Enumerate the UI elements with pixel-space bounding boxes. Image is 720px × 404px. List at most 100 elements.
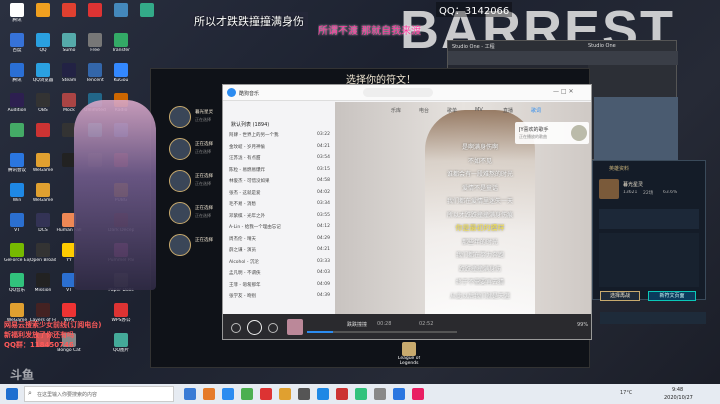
desktop-icon[interactable]: WPS办公 — [108, 302, 134, 332]
taskbar-app-icon[interactable] — [260, 388, 272, 400]
taskbar-app-icon[interactable] — [336, 388, 348, 400]
lol-team-slot[interactable]: 正在选择 正在选择 — [155, 136, 223, 166]
playlist-row[interactable]: 林俊杰 - 可惜没如果 04:58 — [229, 177, 333, 185]
desktop-icon[interactable]: QQ音乐 — [4, 272, 30, 302]
playlist-row[interactable]: A-Lin - 给我一个理由忘记 04:12 — [229, 223, 333, 231]
song-title: 张学友 - 吻别 — [229, 294, 256, 299]
desktop-icon[interactable]: Audition — [4, 92, 30, 122]
music-tab[interactable]: MV — [475, 107, 483, 113]
playlist-row[interactable]: 孟凡明 - 不谓侠 04:03 — [229, 269, 333, 277]
album-thumb[interactable] — [287, 319, 303, 335]
playlist-row[interactable]: 王菲 - 匆匆那年 04:09 — [229, 281, 333, 289]
rune-slots[interactable] — [599, 209, 699, 229]
desktop-icon[interactable] — [82, 2, 108, 32]
desktop-icon[interactable]: Tencent — [82, 62, 108, 92]
desktop-icon[interactable] — [56, 2, 82, 32]
lol-team-slot[interactable]: 正在选择 正在选择 — [155, 200, 223, 230]
playlist-row[interactable]: 邓紫棋 - 光年之外 03:55 — [229, 212, 333, 220]
taskbar-app-icon[interactable] — [298, 388, 310, 400]
taskbar-app-icon[interactable] — [241, 388, 253, 400]
desktop-icon[interactable]: Mission — [30, 272, 56, 302]
desktop-icon[interactable]: QQ浏览器 — [30, 62, 56, 92]
playlist-row[interactable]: 金玟岐 - 岁月神偷 04:21 — [229, 143, 333, 151]
daw-toolbar[interactable] — [448, 51, 678, 65]
taskbar-app-icon[interactable] — [393, 388, 405, 400]
playlist-row[interactable]: 毛不易 - 消愁 03:34 — [229, 200, 333, 208]
music-tabs[interactable] — [373, 107, 573, 115]
song-title: 汪苏泷 - 有点甜 — [229, 156, 261, 161]
desktop-icon[interactable]: VT — [4, 212, 30, 242]
desktop-icon[interactable]: WeGame — [30, 152, 56, 182]
new-rune-page-button[interactable]: 新符文页面 — [648, 291, 696, 301]
desktop-icon[interactable] — [30, 2, 56, 32]
desktop-icon[interactable]: Win — [4, 182, 30, 212]
app-icon — [10, 153, 24, 167]
profile-stat-3: 63.6% — [663, 190, 678, 195]
playlist-row[interactable]: Alcohol - 沉沦 03:33 — [229, 258, 333, 266]
playlist-row[interactable]: 陈粒 - 易燃易爆炸 03:15 — [229, 166, 333, 174]
music-player-window[interactable]: 酷狗音乐 — □ ✕ 默认列表 (1894) JY喜欢的歌手 正在播放的歌曲 是… — [222, 84, 592, 340]
playlist-row[interactable]: 张杰 - 这就是爱 04:02 — [229, 189, 333, 197]
taskbar-app-icon[interactable] — [279, 388, 291, 400]
desktop-icon[interactable]: Sumo — [56, 32, 82, 62]
taskbar-app-icon[interactable] — [374, 388, 386, 400]
start-button[interactable] — [6, 388, 18, 400]
desktop-icon[interactable] — [30, 122, 56, 152]
lol-team-slot[interactable]: 暮光星灵 正在选择 — [155, 104, 223, 134]
music-tab[interactable]: 直播 — [503, 107, 513, 114]
app-icon — [10, 213, 24, 227]
prev-button[interactable] — [231, 323, 241, 333]
desktop-icon[interactable]: QQ — [30, 32, 56, 62]
taskbar-app-icon[interactable] — [184, 388, 196, 400]
music-tab[interactable]: 歌词 — [531, 107, 541, 114]
singer-card[interactable]: JY喜欢的歌手 正在播放的歌曲 — [515, 122, 589, 144]
lol-team-slot[interactable]: 正在选择 正在选择 — [155, 168, 223, 198]
player-controls-icons[interactable] — [463, 322, 563, 332]
desktop-icon[interactable]: Transfer — [108, 32, 134, 62]
lol-bottom-bar[interactable] — [600, 312, 706, 324]
desktop-icon[interactable]: WeGame — [30, 182, 56, 212]
progress-track[interactable] — [307, 331, 457, 333]
confirm-button[interactable]: 选择再战 — [600, 291, 640, 301]
desktop-icon[interactable]: Steam — [56, 62, 82, 92]
playlist-row[interactable]: 薛之谦 - 演员 04:21 — [229, 246, 333, 254]
music-search-input[interactable] — [363, 88, 433, 97]
playlist-row[interactable]: 张学友 - 吻别 04:39 — [229, 292, 333, 300]
desktop-icon-label: Steam — [61, 78, 77, 83]
taskbar-app-icon[interactable] — [317, 388, 329, 400]
desktop-icon[interactable]: 百度 — [4, 32, 30, 62]
desktop-icon[interactable]: 腾讯 — [4, 2, 30, 32]
desktop-icon[interactable]: 腾讯会议 — [4, 152, 30, 182]
window-controls[interactable]: — □ ✕ — [553, 88, 574, 95]
playlist-row[interactable]: 汪苏泷 - 有点甜 03:54 — [229, 154, 333, 162]
desktop-icon[interactable]: Open Broadcast — [30, 242, 56, 272]
lol-team-slot[interactable]: 正在选择 — [155, 232, 223, 262]
taskbar-search-input[interactable]: ⌕ 在这里输入你要搜索的内容 — [24, 386, 174, 402]
taskbar-app-icon[interactable] — [203, 388, 215, 400]
desktop-icon[interactable]: OBS — [30, 92, 56, 122]
taskbar-app-icon[interactable] — [412, 388, 424, 400]
play-pause-button[interactable] — [247, 320, 262, 335]
taskbar-app-icon[interactable] — [222, 388, 234, 400]
desktop-icon-label: QQ — [39, 48, 47, 53]
desktop-icon[interactable]: DCS — [30, 212, 56, 242]
desktop-icon[interactable]: 腾讯 — [4, 62, 30, 92]
playlist-row[interactable]: 阿肆 - 世界上的另一个我 03:22 — [229, 131, 333, 139]
playlist-row[interactable]: 周杰伦 - 晴天 04:29 — [229, 235, 333, 243]
desktop-icon[interactable]: QQ图片 — [108, 332, 134, 362]
daw-panel[interactable] — [594, 97, 678, 161]
desktop-icon[interactable]: GeForce Experience — [4, 242, 30, 272]
music-tab[interactable]: 歌单 — [447, 107, 457, 114]
music-tab[interactable]: 乐库 — [391, 107, 401, 114]
music-sidebar-icons[interactable] — [229, 105, 333, 115]
desktop-icon[interactable] — [4, 122, 30, 152]
taskbar-app-icon[interactable] — [355, 388, 367, 400]
desktop-icon[interactable]: Free — [82, 32, 108, 62]
desktop-icon[interactable]: KuGou — [108, 62, 134, 92]
music-tab[interactable]: 电台 — [419, 107, 429, 114]
desktop-icon[interactable] — [134, 2, 160, 32]
league-shortcut[interactable]: League of Legends — [396, 342, 422, 374]
desktop-icon[interactable] — [108, 2, 134, 32]
next-button[interactable] — [268, 323, 278, 333]
summoner-name: 暮光星灵 — [195, 110, 213, 115]
